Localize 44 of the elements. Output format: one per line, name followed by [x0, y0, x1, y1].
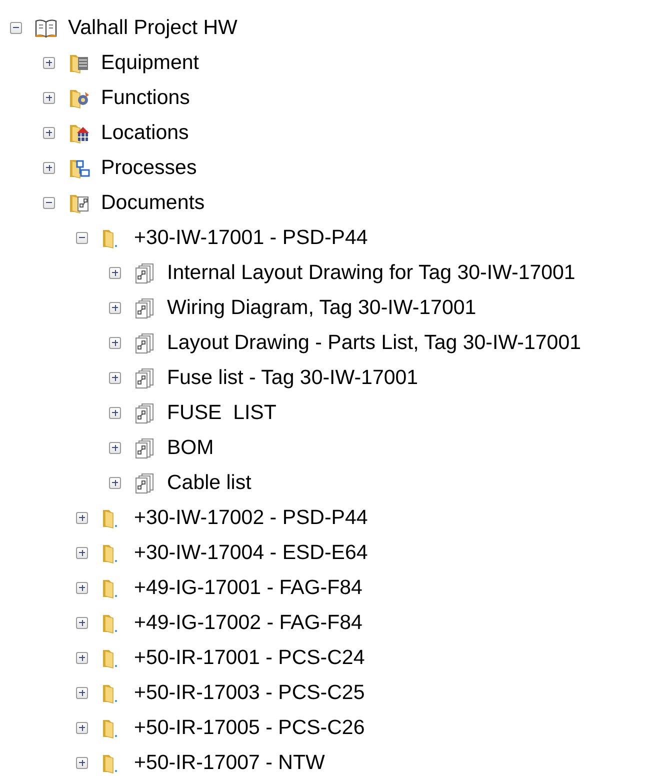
expand-button[interactable] [76, 512, 88, 524]
tree-item[interactable]: Cable list [167, 470, 252, 496]
expand-button[interactable] [109, 442, 121, 454]
expand-button[interactable] [109, 372, 121, 384]
expand-button[interactable] [109, 476, 121, 488]
tree-item[interactable]: Documents [101, 190, 205, 216]
expand-button[interactable] [109, 302, 121, 314]
expand-button[interactable] [43, 126, 55, 138]
tree-item[interactable]: Wiring Diagram, Tag 30-IW-17001 [167, 294, 476, 320]
tree-item[interactable]: Layout Drawing - Parts List, Tag 30-IW-17001 [167, 330, 582, 356]
tree-item[interactable]: +49-IG-17002 - FAG-F84 [134, 610, 362, 636]
tree-item[interactable]: BOM [167, 434, 214, 460]
tree-item[interactable]: Internal Layout Drawing for Tag 30-IW-17001 [167, 260, 576, 286]
expand-button[interactable] [76, 686, 88, 698]
tree-item[interactable]: Valhall Project HW [68, 14, 238, 40]
tree-item[interactable]: Functions [101, 84, 190, 110]
tree-item[interactable]: Processes [101, 154, 197, 180]
expand-button[interactable] [76, 616, 88, 628]
expand-button[interactable] [43, 56, 55, 68]
tree-item[interactable]: +50-IR-17007 - NTW [134, 750, 325, 776]
expand-button[interactable] [76, 756, 88, 768]
tree-item[interactable]: +50-IR-17003 - PCS-C25 [134, 680, 365, 706]
expand-button[interactable] [76, 546, 88, 558]
tree-item[interactable]: +49-IG-17001 - FAG-F84 [134, 574, 362, 600]
tree-item[interactable]: +30-IW-17002 - PSD-P44 [134, 504, 368, 530]
tree-item[interactable]: Equipment [101, 50, 200, 76]
tree-item[interactable]: +30-IW-17004 - ESD-E64 [134, 540, 368, 566]
expand-button[interactable] [109, 406, 121, 418]
expand-button[interactable] [43, 92, 55, 104]
expand-button[interactable] [109, 336, 121, 348]
tree-item[interactable]: FUSE LIST [167, 400, 276, 426]
tree-item[interactable]: +50-IR-17005 - PCS-C26 [134, 714, 365, 740]
tree-item[interactable]: +30-IW-17001 - PSD-P44 [134, 224, 368, 250]
tree-item[interactable]: +50-IR-17001 - PCS-C24 [134, 644, 365, 670]
expand-button[interactable] [43, 162, 55, 174]
tree-item[interactable]: Locations [101, 120, 189, 146]
tree-item[interactable]: Fuse list - Tag 30-IW-17001 [167, 364, 418, 390]
expand-button[interactable] [76, 722, 88, 734]
collapse-button[interactable] [43, 196, 55, 208]
collapse-button[interactable] [10, 22, 22, 34]
collapse-button[interactable] [76, 232, 88, 244]
expand-button[interactable] [76, 652, 88, 664]
expand-button[interactable] [76, 582, 88, 594]
expand-button[interactable] [109, 266, 121, 278]
